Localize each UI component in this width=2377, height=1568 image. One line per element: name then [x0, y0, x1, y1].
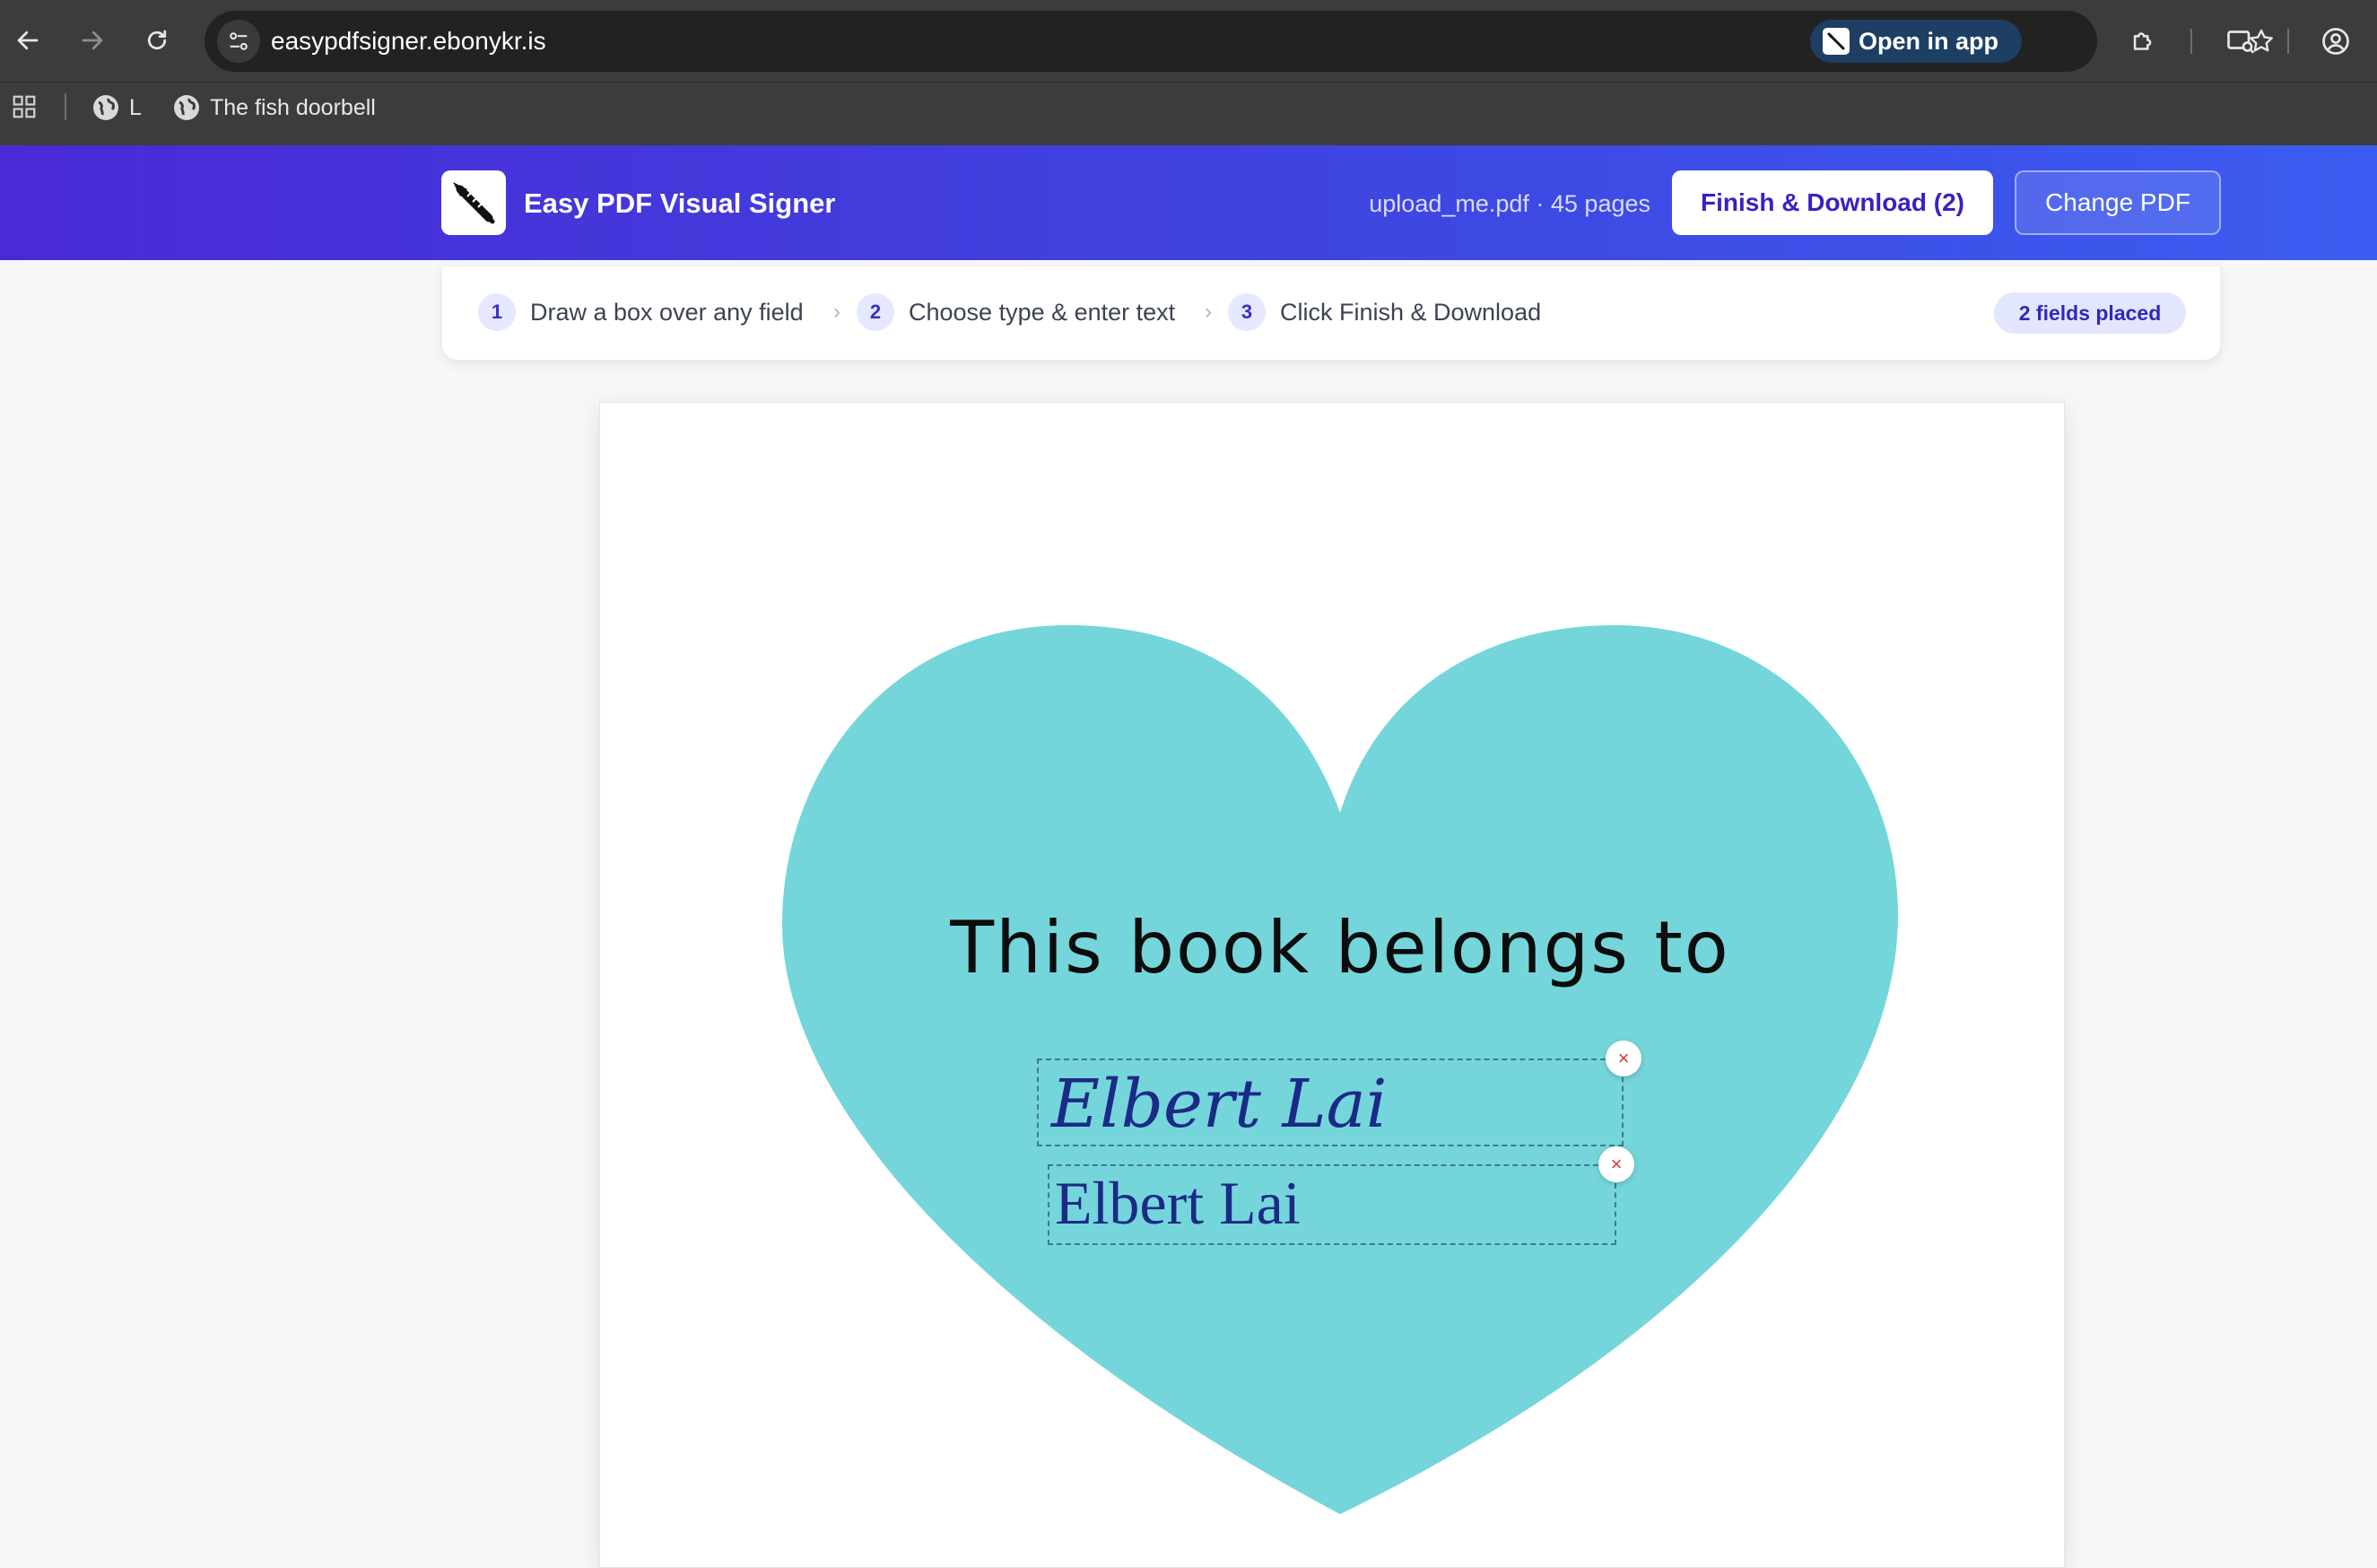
app-title: Easy PDF Visual Signer [524, 187, 836, 219]
step-label: Choose type & enter text [909, 299, 1176, 326]
bookmark-l[interactable]: L [93, 90, 142, 126]
address-bar[interactable]: easypdfsigner.ebonykr.is Open in app [205, 11, 2273, 72]
step-label: Click Finish & Download [1280, 299, 1542, 326]
text-field[interactable]: Elbert Lai [1048, 1164, 1616, 1245]
step-label: Draw a box over any field [530, 299, 804, 326]
chevron-right-icon: › [1205, 300, 1212, 324]
change-pdf-button[interactable]: Change PDF [2015, 170, 2221, 235]
apps-grid-icon [13, 95, 36, 118]
tab-search-button[interactable] [2221, 22, 2260, 61]
bookmarks-divider [65, 93, 66, 120]
profile-button[interactable] [2316, 22, 2355, 61]
file-info: upload_me.pdf · 45 pages [1369, 190, 1650, 217]
apps-grid-button[interactable] [11, 93, 38, 120]
open-in-app-button[interactable]: Open in app [1810, 20, 2022, 63]
reload-button[interactable] [136, 20, 178, 61]
back-arrow-icon [17, 30, 39, 50]
screen: easypdfsigner.ebonykr.is Open in app L T… [0, 0, 2377, 1568]
forward-button[interactable] [72, 20, 113, 61]
bookmark-label: L [129, 94, 142, 120]
close-icon: × [1617, 1047, 1630, 1069]
globe-icon [174, 95, 199, 120]
step-number: 2 [857, 293, 894, 331]
app-pin-icon [1823, 28, 1850, 55]
app-logo [441, 170, 506, 235]
reload-icon [147, 30, 167, 50]
step-number: 3 [1228, 293, 1266, 331]
bookmark-label: The fish doorbell [210, 94, 376, 120]
pen-nib-icon [453, 182, 495, 224]
signature-text: Elbert Lai [1051, 1066, 1388, 1143]
back-button[interactable] [7, 20, 48, 61]
account-icon [2322, 28, 2349, 55]
steps-bar: 1 Draw a box over any field › 2 Choose t… [441, 266, 2221, 361]
remove-field-button[interactable]: × [1606, 1041, 1641, 1076]
tune-icon [230, 32, 248, 50]
extensions-button[interactable] [2124, 22, 2164, 61]
fields-placed-badge: 2 fields placed [1994, 292, 2186, 334]
toolbar-divider [2190, 29, 2192, 54]
puzzle-icon [2133, 32, 2152, 50]
open-in-app-label: Open in app [1859, 27, 1999, 55]
step-number: 1 [478, 293, 516, 331]
bookmark-fish-doorbell[interactable]: The fish doorbell [174, 90, 376, 126]
globe-icon [93, 95, 118, 120]
text-field-value: Elbert Lai [1055, 1169, 1301, 1237]
browser-toolbar: easypdfsigner.ebonykr.is Open in app [0, 0, 2377, 83]
close-icon: × [1610, 1153, 1623, 1175]
book-heading: This book belongs to [950, 906, 1730, 989]
finish-download-button[interactable]: Finish & Download (2) [1672, 170, 1993, 235]
site-info-button[interactable] [217, 20, 260, 63]
url-text[interactable]: easypdfsigner.ebonykr.is [271, 11, 546, 72]
signature-field[interactable]: Elbert Lai [1037, 1058, 1624, 1146]
chevron-right-icon: › [833, 300, 840, 324]
remove-field-button[interactable]: × [1598, 1146, 1634, 1182]
tab-search-icon [2227, 30, 2255, 54]
toolbar-divider [2287, 29, 2289, 54]
forward-arrow-icon [82, 30, 103, 50]
